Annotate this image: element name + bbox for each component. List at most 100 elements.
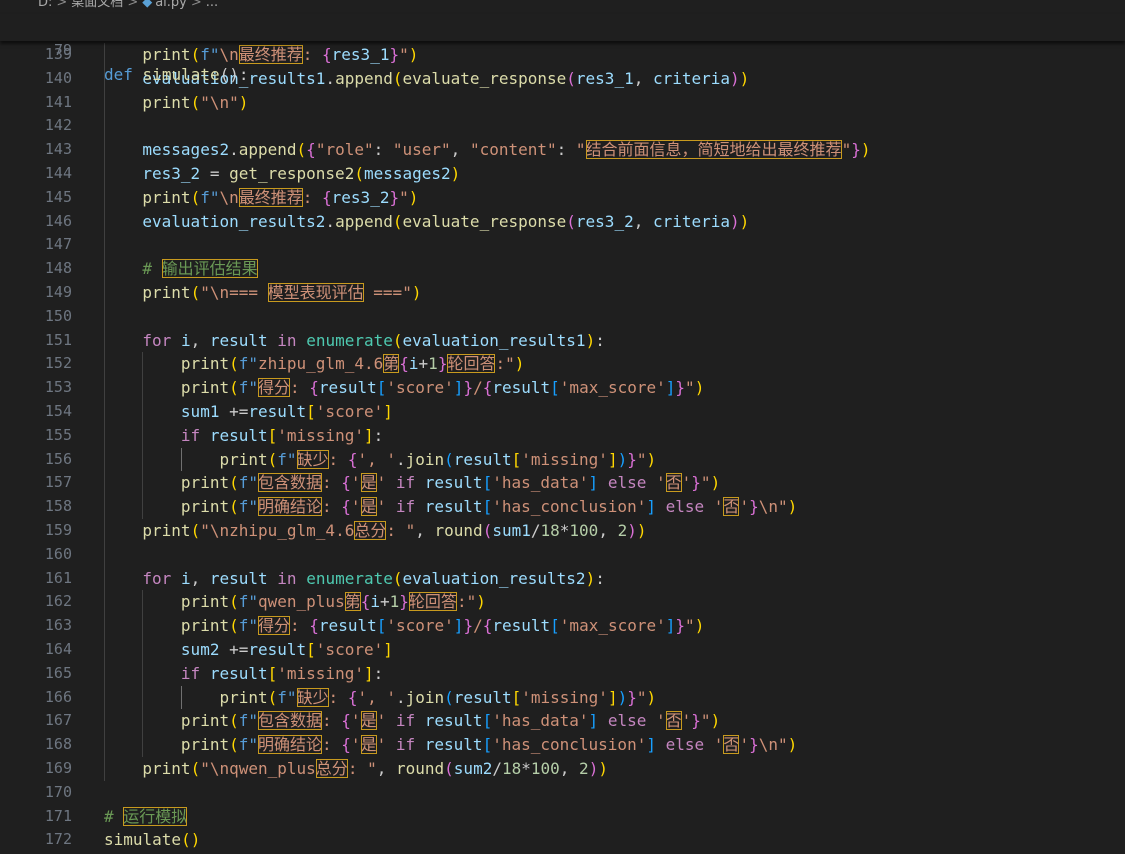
code-token: ( (190, 92, 201, 112)
breadcrumb-file[interactable]: ai.py (155, 0, 187, 10)
code-token: print (142, 187, 191, 207)
code-line[interactable]: 163 print(f"得分: {result['score']}/{resul… (0, 614, 1125, 638)
code-line[interactable]: 148 # 输出评估结果 (0, 257, 1125, 281)
code-token: ( (392, 330, 403, 350)
code-line[interactable]: 161 for i, result in enumerate(evaluation… (0, 567, 1125, 591)
code-token: } (399, 592, 409, 612)
code-token: , (450, 140, 470, 160)
highlighted-token: 是 (360, 735, 377, 755)
code-token: \n (219, 187, 239, 207)
code-token: : (322, 473, 342, 493)
code-line[interactable]: 151 for i, result in enumerate(evaluation… (0, 329, 1125, 353)
code-token: : (290, 378, 310, 398)
code-token: : " (347, 759, 377, 778)
code-token: i (408, 354, 419, 374)
code-token: * (521, 759, 531, 778)
code-line[interactable]: 146 evaluation_results2.append(evaluate_r… (0, 210, 1125, 234)
breadcrumb-folder[interactable]: 桌面文档 (71, 0, 123, 10)
code-line[interactable]: 144 res3_2 = get_response2(messages2) (0, 162, 1125, 186)
code-token: ] (588, 473, 599, 493)
code-token: if (180, 425, 201, 445)
code-token: result (318, 378, 377, 398)
code-line[interactable]: 156 print(f"缺少: {', '.join(result['missi… (0, 448, 1125, 472)
code-line[interactable]: 168 print(f"明确结论: {'是' if result['has_co… (0, 733, 1125, 757)
highlighted-token: 最终推荐 (238, 187, 303, 207)
code-token: enumerate (306, 330, 393, 350)
code-token: , (376, 759, 396, 778)
line-number: 171 (44, 806, 72, 825)
line-number: 79 (53, 40, 72, 59)
code-token: ( (190, 45, 201, 64)
code-line[interactable]: 157 print(f"包含数据: {'是' if result['has_da… (0, 471, 1125, 495)
code-token: result (492, 378, 551, 398)
code-line[interactable]: 154 sum1 +=result['score'] (0, 400, 1125, 424)
code-token: 18 (540, 521, 560, 540)
code-token: ) (646, 687, 657, 707)
code-line[interactable]: 141 print("\n") (0, 91, 1125, 115)
code-line[interactable]: 162 print(f"qwen_plus第{i+1}轮回答:") (0, 590, 1125, 614)
code-token: ( (229, 473, 239, 493)
code-line[interactable]: 172 simulate() (0, 828, 1125, 852)
highlighted-token: 运行模拟 (123, 806, 188, 826)
code-token: 100 (530, 759, 560, 778)
code-token: ] (383, 402, 393, 421)
code-line[interactable]: 155 if result['missing']: (0, 424, 1125, 448)
code-text: # 输出评估结果 (142, 257, 258, 281)
breadcrumb-drive[interactable]: D: (38, 0, 52, 10)
code-token: ( (190, 283, 201, 302)
code-line[interactable]: 149 print("\n=== 模型表现评估 ===") (0, 281, 1125, 305)
code-editor[interactable]: D: > 桌面文档 > ◆ ai.py >... 79 def simulate(): 13… (0, 0, 1125, 854)
code-token: { (341, 473, 351, 493)
code-token: "role" (315, 140, 374, 160)
code-token: else (607, 711, 647, 731)
code-token: print (142, 45, 191, 64)
code-line[interactable]: 164 sum2 +=result['score'] (0, 638, 1125, 662)
code-token: ) (617, 687, 628, 707)
highlighted-token: 否 (723, 735, 740, 755)
code-token: } (389, 187, 400, 207)
code-line[interactable]: 143 messages2.append({"role": "user", "co… (0, 138, 1125, 162)
code-token: : (595, 330, 605, 350)
code-line[interactable]: 142 (0, 114, 1125, 138)
code-token: } (463, 378, 474, 398)
code-token: ( (354, 164, 364, 183)
code-token: i (180, 330, 191, 350)
code-line[interactable]: 152 print(f"zhipu_glm_4.6第{i+1}轮回答:") (0, 352, 1125, 376)
code-line[interactable]: 159 print("\nzhipu_glm_4.6总分: ", round(su… (0, 519, 1125, 543)
code-line[interactable]: 171 # 运行模拟 (0, 805, 1125, 829)
code-line[interactable]: 165 if result['missing']: (0, 662, 1125, 686)
code-token: for (142, 568, 172, 588)
code-token: : (302, 187, 323, 207)
code-line[interactable]: 147 (0, 233, 1125, 257)
code-token: # (142, 259, 162, 279)
code-line[interactable]: 150 (0, 305, 1125, 329)
code-token: , (559, 759, 580, 778)
code-line[interactable]: 160 (0, 543, 1125, 567)
code-line[interactable]: 166 print(f"缺少: {', '.join(result['missi… (0, 686, 1125, 710)
code-token: } (437, 354, 448, 374)
code-line[interactable]: 170 (0, 781, 1125, 805)
code-token: ) (408, 45, 419, 64)
code-token: : (373, 140, 393, 160)
code-token: "\nzhipu_glm_4.6 (200, 521, 355, 540)
code-token: ( (392, 68, 403, 88)
code-token: f" (238, 735, 258, 755)
code-text: simulate() (104, 828, 200, 852)
code-token: "\nqwen_plus (200, 759, 316, 778)
code-token: { (482, 378, 493, 398)
code-token: = (200, 164, 230, 183)
breadcrumb-more[interactable]: ... (206, 0, 218, 10)
code-line[interactable]: 169 print("\nqwen_plus总分: ", round(sum2/1… (0, 757, 1125, 781)
code-line[interactable]: 153 print(f"得分: {result['score']}/{resul… (0, 376, 1125, 400)
code-line[interactable]: 145 print(f"\n最终推荐: {res3_2}") (0, 186, 1125, 210)
code-line[interactable]: 158 print(f"明确结论: {'是' if result['has_co… (0, 495, 1125, 519)
code-line[interactable]: 167 print(f"包含数据: {'是' if result['has_da… (0, 709, 1125, 733)
sticky-scroll-header[interactable]: 79 def simulate(): (0, 14, 1125, 84)
